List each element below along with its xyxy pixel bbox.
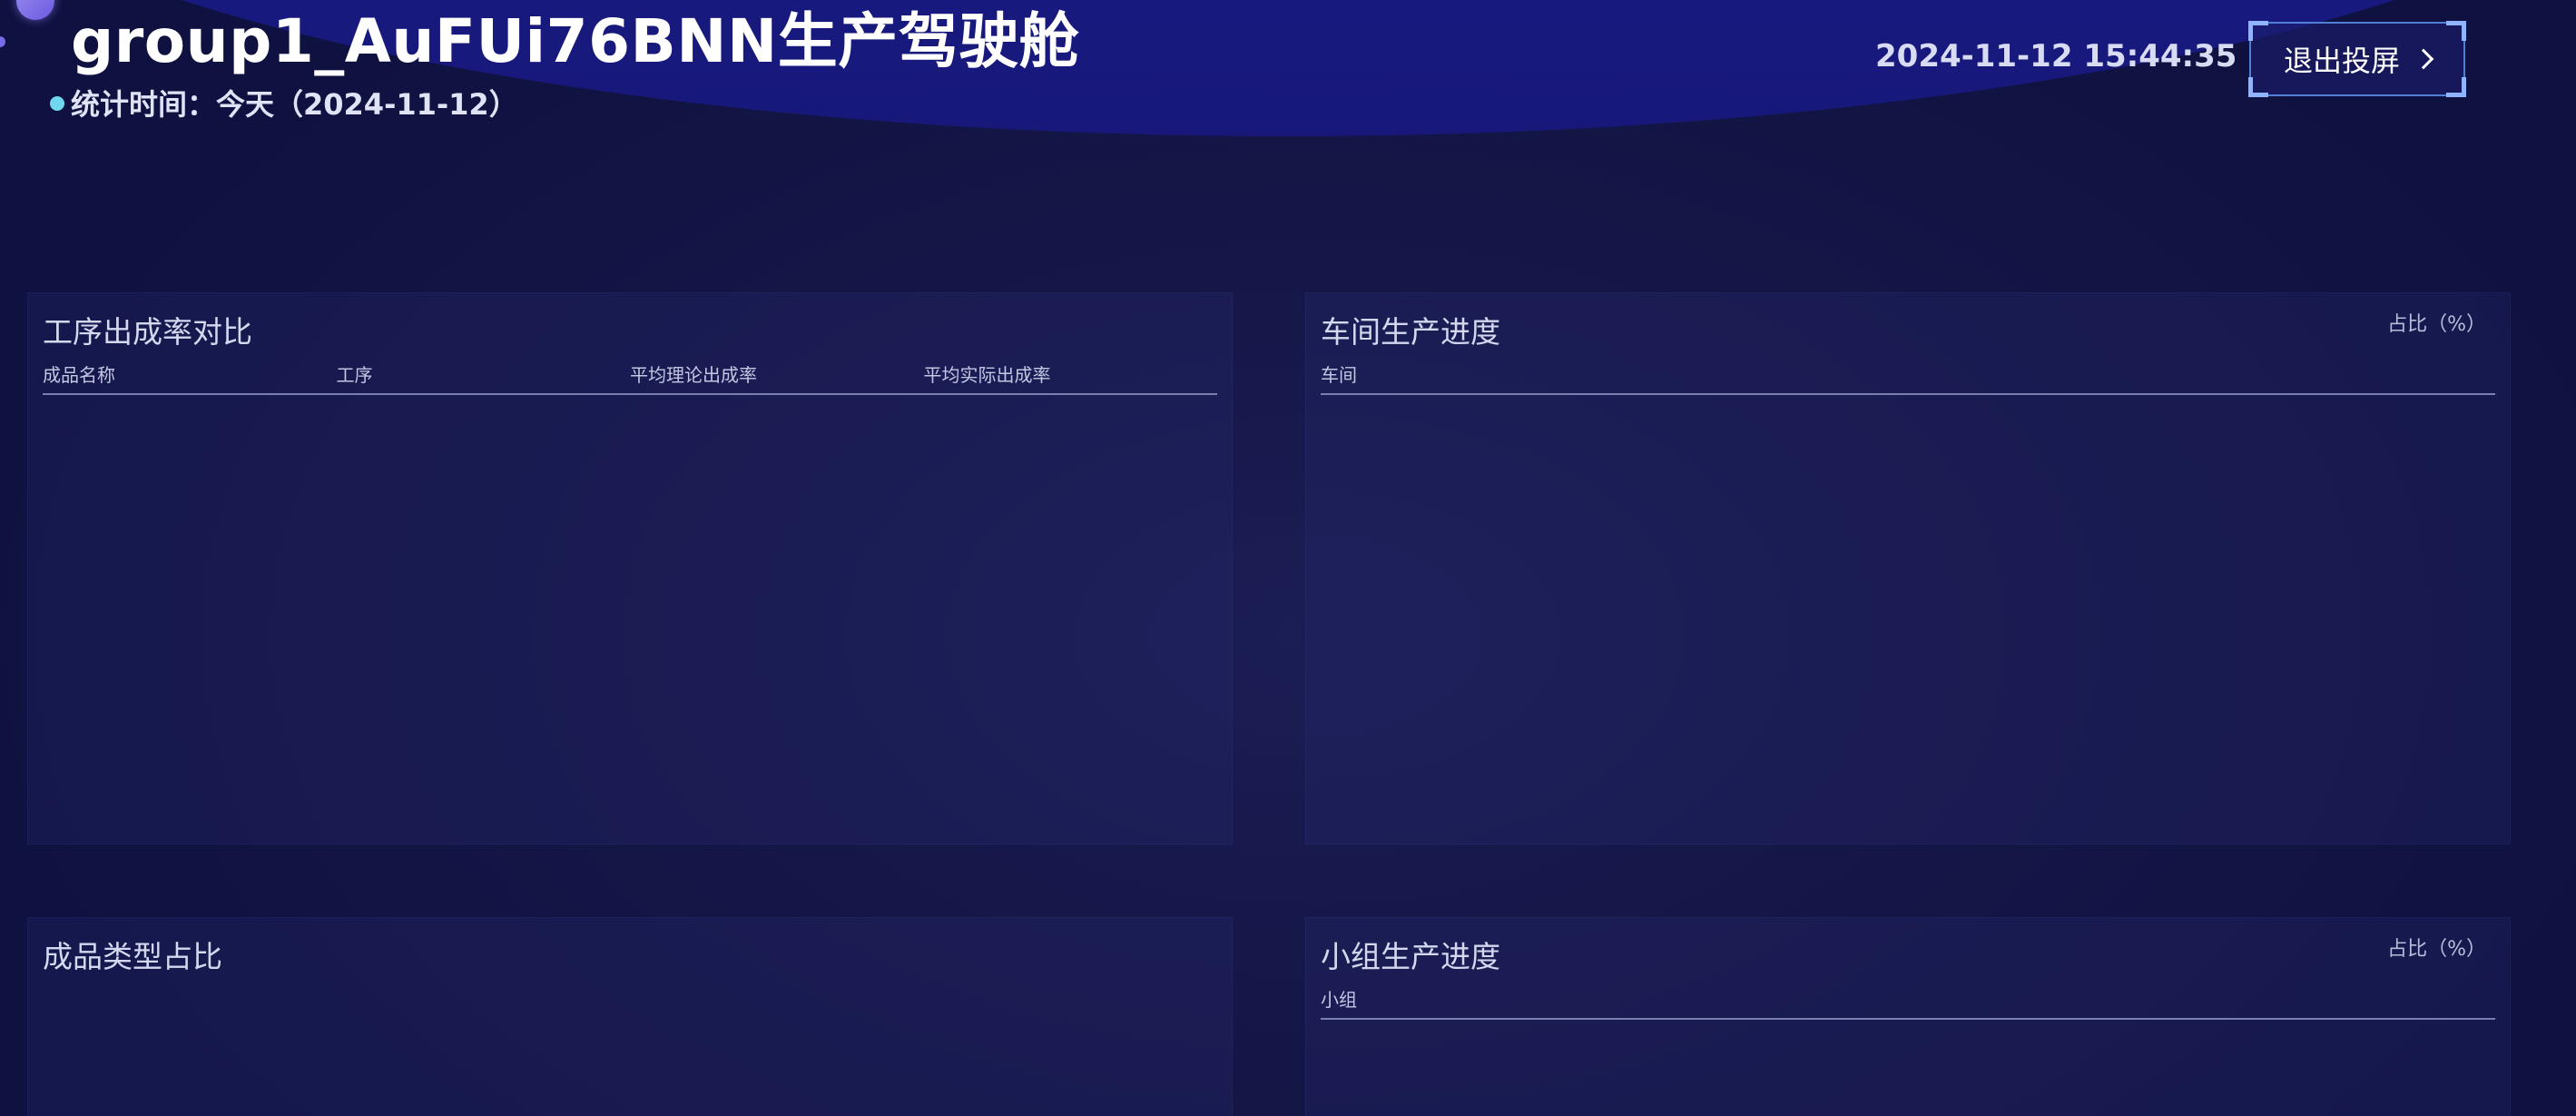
column-header-workshop: 车间 <box>1321 364 1357 386</box>
bracket-corner-icon <box>2248 21 2268 41</box>
page-title: group1_AuFUi76BNN生产驾驶舱 <box>71 6 1080 76</box>
column-header-process: 工序 <box>336 364 373 386</box>
column-header-group: 小组 <box>1321 989 1357 1011</box>
exit-screen-button[interactable]: 退出投屏 <box>2248 21 2466 97</box>
panel-title: 小组生产进度 <box>1321 939 1500 974</box>
status-dot-icon <box>50 96 64 111</box>
table-header: 小组 <box>1321 989 2495 1020</box>
panel-title: 车间生产进度 <box>1321 314 1500 350</box>
logo-icon <box>16 0 54 20</box>
group-progress-panel: 小组生产进度 占比（%） 小组 <box>1305 917 2511 1116</box>
dashboard-screen: group1_AuFUi76BNN生产驾驶舱 统计时间：今天（2024-11-1… <box>0 0 2576 1116</box>
bracket-corner-icon <box>2248 77 2268 97</box>
column-header-product-name: 成品名称 <box>43 364 115 386</box>
stat-time-label: 统计时间：今天（2024-11-12） <box>71 87 518 122</box>
table-header: 成品名称 工序 平均理论出成率 平均实际出成率 <box>43 364 1217 395</box>
column-header-actual-yield: 平均实际出成率 <box>923 364 1051 386</box>
unit-label: 占比（%） <box>2387 938 2486 961</box>
chevron-right-icon <box>2413 48 2434 70</box>
decor-dot-icon <box>0 36 5 47</box>
panel-title: 工序出成率对比 <box>43 314 252 350</box>
table-header: 车间 <box>1321 364 2495 395</box>
exit-button-label: 退出投屏 <box>2283 44 2400 78</box>
unit-label: 占比（%） <box>2387 313 2486 336</box>
yield-comparison-panel: 工序出成率对比 成品名称 工序 平均理论出成率 平均实际出成率 <box>27 292 1233 844</box>
product-type-share-panel: 成品类型占比 <box>27 917 1233 1116</box>
bracket-corner-icon <box>2446 21 2466 41</box>
bracket-corner-icon <box>2446 77 2466 97</box>
column-header-theoretical-yield: 平均理论出成率 <box>630 364 757 386</box>
current-datetime: 2024-11-12 15:44:35 <box>1875 38 2237 74</box>
panel-title: 成品类型占比 <box>43 939 222 974</box>
workshop-progress-panel: 车间生产进度 占比（%） 车间 <box>1305 292 2511 844</box>
